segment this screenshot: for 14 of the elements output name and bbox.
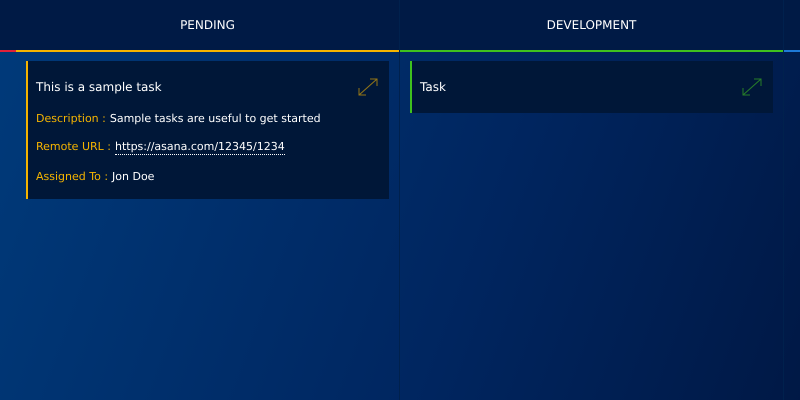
task-card[interactable]: Task xyxy=(410,61,773,113)
expand-icon[interactable] xyxy=(357,77,379,97)
field-label: Description : xyxy=(36,112,106,125)
field-label: Assigned To : xyxy=(36,170,108,183)
field-value: Sample tasks are useful to get started xyxy=(110,112,321,125)
column-title: PENDING xyxy=(180,18,235,32)
remote-url-link[interactable]: https://asana.com/12345/1234 xyxy=(114,140,285,155)
task-title: Task xyxy=(420,80,446,94)
expand-icon[interactable] xyxy=(741,77,763,97)
column-title: DEVELOPMENT xyxy=(546,18,636,32)
task-title: This is a sample task xyxy=(36,80,162,94)
task-card[interactable]: This is a sample task Description : Sample tasks are useful to get started Remote URL : https://asana.com/12345/1234 Assigned To : Jon Doe xyxy=(26,61,389,199)
field-label: Remote URL : xyxy=(36,140,111,155)
field-value: Jon Doe xyxy=(112,170,154,183)
